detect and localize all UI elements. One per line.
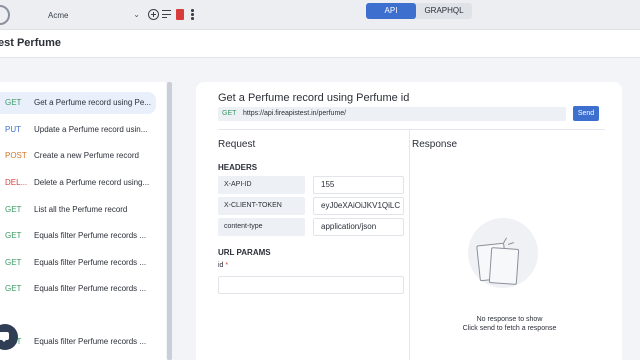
- endpoint-item[interactable]: PUT Update a Perfume record usin...: [0, 119, 156, 141]
- endpoint-item[interactable]: GET Equals filter Perfume records ...: [0, 331, 156, 353]
- endpoint-item[interactable]: GET Equals filter Perfume records ...: [0, 252, 156, 274]
- endpoint-item[interactable]: POST Create a new Perfume record: [0, 145, 156, 167]
- endpoint-label: Delete a Perfume record using...: [34, 178, 150, 187]
- collection-title: est Perfume: [0, 37, 61, 49]
- tab-api[interactable]: API: [366, 3, 416, 19]
- url-params-label: URL PARAMS: [218, 248, 271, 257]
- method-badge: GET: [5, 98, 22, 107]
- method-badge: DEL...: [5, 178, 27, 187]
- response-empty-hint: Click send to fetch a response: [462, 325, 557, 332]
- edit-list-icon[interactable]: [162, 9, 173, 20]
- endpoint-label: Equals filter Perfume records ...: [34, 284, 147, 293]
- request-section-title: Request: [218, 139, 256, 150]
- header-key: content-type: [218, 218, 305, 236]
- endpoint-label: Equals filter Perfume records ...: [34, 258, 147, 267]
- collection-header: est Perfume: [0, 30, 640, 58]
- param-label: id *: [218, 262, 228, 269]
- endpoint-label: List all the Perfume record: [34, 205, 128, 214]
- top-toolbar: Acme ⌄ API GRAPHQL: [0, 0, 640, 30]
- chevron-down-icon: ⌄: [133, 10, 140, 19]
- endpoint-item[interactable]: GET List all the Perfume record: [0, 199, 156, 221]
- endpoint-label: Update a Perfume record usin...: [34, 125, 148, 134]
- app-logo-icon[interactable]: [0, 5, 10, 25]
- request-title: Get a Perfume record using Perfume id: [218, 92, 410, 104]
- divider: [218, 129, 605, 130]
- trash-icon[interactable]: [176, 9, 184, 20]
- document-icon: [488, 247, 520, 285]
- header-key: X-API-ID: [218, 176, 305, 194]
- url-method: GET: [222, 110, 237, 117]
- method-badge: GET: [5, 258, 22, 267]
- endpoint-list: GET Get a Perfume record using Pe... PUT…: [0, 82, 166, 360]
- api-mode-switch: API GRAPHQL: [366, 3, 472, 19]
- divider: [409, 130, 410, 360]
- header-key: X-CLIENT-TOKEN: [218, 197, 305, 215]
- url-text: https://api.fireapistest.in/perfume/: [243, 110, 347, 117]
- param-name: id: [218, 262, 224, 269]
- request-panel: Get a Perfume record using Perfume id GE…: [196, 82, 622, 360]
- method-badge: GET: [5, 284, 22, 293]
- send-button[interactable]: Send: [573, 106, 599, 121]
- endpoint-item[interactable]: GET Equals filter Perfume records ...: [0, 278, 156, 300]
- param-id-input[interactable]: [218, 276, 404, 294]
- header-value-input[interactable]: application/json: [313, 218, 404, 236]
- headers-label: HEADERS: [218, 163, 258, 172]
- endpoint-label: Get a Perfume record using Pe...: [34, 98, 151, 107]
- endpoint-item[interactable]: DEL... Delete a Perfume record using...: [0, 172, 156, 194]
- response-section-title: Response: [412, 139, 458, 150]
- workspace-select-value: Acme: [48, 11, 69, 20]
- header-value-input[interactable]: 155: [313, 176, 404, 194]
- response-empty-title: No response to show: [476, 316, 543, 323]
- required-marker: *: [225, 262, 229, 269]
- header-value-input[interactable]: eyJ0eXAiOiJKV1QiLC: [313, 197, 404, 215]
- add-circle-icon[interactable]: [148, 9, 159, 20]
- ray: [503, 237, 507, 244]
- more-vertical-icon[interactable]: [190, 9, 194, 20]
- method-badge: PUT: [5, 125, 21, 134]
- endpoint-list-scrollbar[interactable]: [167, 82, 172, 360]
- method-badge: GET: [5, 205, 22, 214]
- url-bar[interactable]: GET https://api.fireapistest.in/perfume/: [218, 107, 566, 121]
- tab-graphql[interactable]: GRAPHQL: [416, 3, 472, 19]
- workspace-select[interactable]: Acme ⌄: [42, 8, 144, 24]
- method-badge: GET: [5, 231, 22, 240]
- endpoint-label: Equals filter Perfume records ...: [34, 231, 147, 240]
- endpoint-item[interactable]: GET Get a Perfume record using Pe...: [0, 92, 156, 114]
- method-badge: POST: [5, 151, 27, 160]
- endpoint-item[interactable]: GET Equals filter Perfume records ...: [0, 225, 156, 247]
- endpoint-label: Equals filter Perfume records ...: [34, 337, 147, 346]
- endpoint-label: Create a new Perfume record: [34, 151, 139, 160]
- ray: [508, 242, 514, 245]
- empty-documents-icon: [468, 218, 538, 288]
